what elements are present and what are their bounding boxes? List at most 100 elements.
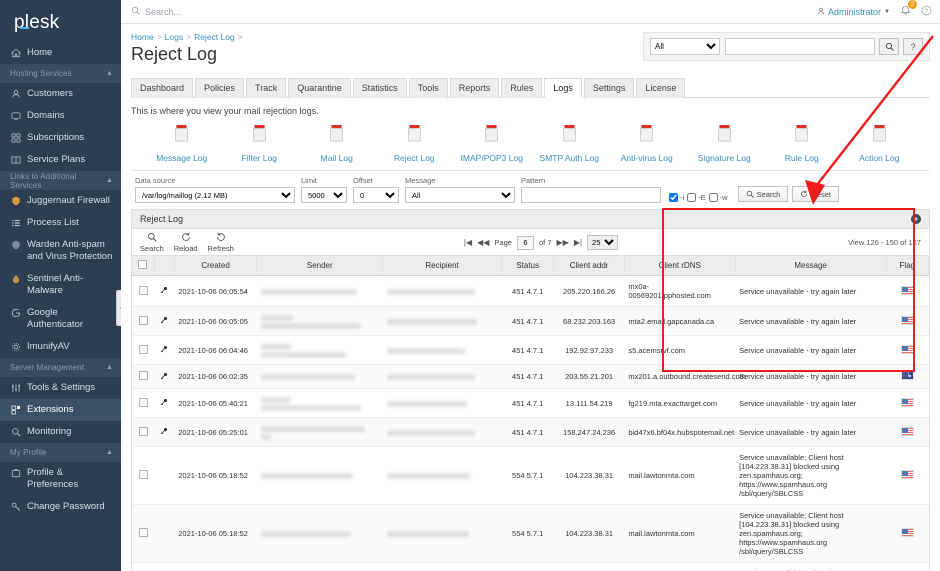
user-menu[interactable]: Administrator ▼: [817, 7, 890, 17]
row-select-cell[interactable]: [132, 388, 155, 418]
sidebar-group-additional-services[interactable]: Links to Additional Services ▲: [0, 171, 121, 190]
row-select-cell[interactable]: [132, 306, 155, 336]
sidebar-item-customers[interactable]: Customers: [0, 83, 121, 105]
tab-policies[interactable]: Policies: [195, 78, 245, 98]
last-page-icon[interactable]: ▶|: [574, 238, 582, 247]
limit-select[interactable]: 5000: [301, 187, 347, 203]
grep-option-i[interactable]: -i: [669, 193, 684, 202]
toolbar-refresh-button[interactable]: Refresh: [208, 232, 234, 253]
first-page-icon[interactable]: |◀: [464, 238, 472, 247]
grep-checkbox-i[interactable]: [669, 193, 678, 202]
grep-option-w[interactable]: -w: [708, 193, 728, 202]
log-link-signature-log[interactable]: Signature Log: [686, 124, 764, 166]
row-select-cell[interactable]: [132, 364, 155, 389]
message-select[interactable]: All: [405, 187, 515, 203]
row-select-cell[interactable]: [132, 417, 155, 447]
column-status[interactable]: Status: [501, 255, 555, 276]
breadcrumb-reject-log[interactable]: Reject Log: [194, 32, 235, 42]
notifications-button[interactable]: 2: [900, 0, 917, 18]
table-row[interactable]: 2021-10-06 05:18:52 554 5.7.1 104.223.38.3…: [132, 446, 929, 505]
filters-reset-button[interactable]: Reset: [792, 186, 839, 202]
log-link-filter-log[interactable]: Filter Log: [221, 124, 299, 166]
table-row[interactable]: 2021-10-06 06:02:35 451 4.7.1 203.55.21.20…: [132, 364, 929, 389]
tab-dashboard[interactable]: Dashboard: [131, 78, 194, 98]
row-select-cell[interactable]: [132, 562, 155, 571]
sidebar-item-home[interactable]: Home: [0, 42, 121, 64]
column-recipient[interactable]: Recipient: [382, 255, 502, 276]
toolbar-reload-button[interactable]: Reload: [174, 232, 198, 253]
sidebar-item-juggernaut-firewall[interactable]: Juggernaut Firewall: [0, 190, 121, 212]
tab-rules[interactable]: Rules: [501, 78, 543, 98]
row-key-cell[interactable]: [154, 388, 175, 418]
grep-option-E[interactable]: -E: [687, 193, 706, 202]
row-checkbox[interactable]: [138, 528, 148, 537]
row-key-cell[interactable]: [154, 364, 175, 389]
table-row[interactable]: 2021-10-06 05:18:42 554 5.7.1104.223.38.3…: [132, 562, 929, 571]
row-key-cell[interactable]: [154, 562, 175, 571]
sidebar-item-domains[interactable]: Domains: [0, 105, 121, 127]
row-key-cell[interactable]: [154, 446, 175, 505]
column-flag[interactable]: Flag: [886, 255, 930, 276]
column-sender[interactable]: Sender: [256, 255, 384, 276]
sidebar-item-change-password[interactable]: Change Password: [0, 496, 121, 518]
sidebar-collapse-handle[interactable]: ‹: [116, 290, 121, 326]
table-row[interactable]: 2021-10-06 05:18:52 554 5.7.1 104.223.38.3…: [132, 504, 929, 563]
log-link-anti-virus-log[interactable]: Anti-virus Log: [608, 124, 686, 166]
breadcrumb-logs[interactable]: Logs: [165, 32, 183, 42]
row-key-cell[interactable]: [154, 306, 175, 336]
top-filter-help-button[interactable]: ?: [903, 38, 923, 55]
log-link-imap-pop3-log[interactable]: IMAP/POP3 Log: [453, 124, 531, 166]
tab-track[interactable]: Track: [246, 78, 287, 98]
row-key-cell[interactable]: [154, 504, 175, 563]
tab-statistics[interactable]: Statistics: [352, 78, 407, 98]
log-link-smtp-auth-log[interactable]: SMTP Auth Log: [531, 124, 609, 166]
sidebar-item-process-list[interactable]: Process List: [0, 212, 121, 234]
row-select-cell[interactable]: [132, 335, 155, 365]
tab-license[interactable]: License: [636, 78, 686, 98]
column-client-rdns[interactable]: Client rDNS: [624, 255, 736, 276]
pager-page-size-select[interactable]: 25: [587, 235, 619, 250]
global-search[interactable]: Search...: [131, 6, 817, 17]
row-checkbox[interactable]: [138, 426, 148, 436]
column-created[interactable]: Created: [174, 255, 258, 276]
sidebar-item-sentinel-antimalware[interactable]: Sentinel Anti-Malware: [0, 268, 121, 302]
sidebar-item-google-authenticator[interactable]: Google Authenticator: [0, 302, 121, 336]
grep-checkbox-w[interactable]: [708, 193, 718, 202]
select-all-checkbox[interactable]: [138, 260, 148, 269]
sidebar-item-warden-antispam[interactable]: Warden Anti-spam and Virus Protection: [0, 234, 121, 268]
sidebar-group-hosting-services[interactable]: Hosting Services ▲: [0, 64, 121, 83]
row-key-cell[interactable]: [154, 275, 175, 307]
offset-select[interactable]: 0: [353, 187, 399, 203]
sidebar-item-extensions[interactable]: Extensions: [0, 399, 121, 421]
help-button[interactable]: ?: [921, 5, 932, 18]
table-row[interactable]: 2021-10-06 05:40:21 451 4.7.1 13.111.54.21…: [132, 388, 929, 418]
top-filter-scope-select[interactable]: All: [650, 38, 720, 55]
row-checkbox[interactable]: [138, 371, 148, 380]
log-link-mail-log[interactable]: Mail Log: [298, 124, 376, 166]
row-select-cell[interactable]: [132, 446, 155, 505]
row-checkbox[interactable]: [138, 285, 148, 295]
row-key-cell[interactable]: [154, 335, 175, 365]
table-row[interactable]: 2021-10-06 06:04:46 451 4.7.1 192.92.97.23…: [132, 335, 929, 365]
row-select-cell[interactable]: [132, 504, 155, 563]
column-message[interactable]: Message: [735, 255, 887, 276]
log-link-rule-log[interactable]: Rule Log: [763, 124, 841, 166]
datasource-select[interactable]: /var/log/maillog (2.12 MB): [135, 187, 295, 203]
sidebar-item-service-plans[interactable]: Service Plans: [0, 149, 121, 171]
log-link-message-log[interactable]: Message Log: [143, 124, 221, 166]
log-link-reject-log[interactable]: Reject Log: [376, 124, 454, 166]
tab-logs[interactable]: Logs: [544, 78, 582, 98]
prev-page-icon[interactable]: ◀◀: [477, 238, 489, 247]
row-checkbox[interactable]: [138, 344, 148, 354]
filters-search-button[interactable]: Search: [737, 186, 789, 202]
row-key-cell[interactable]: [154, 417, 175, 447]
log-link-action-log[interactable]: Action Log: [841, 124, 919, 166]
tab-settings[interactable]: Settings: [583, 78, 635, 98]
sidebar-item-tools-settings[interactable]: Tools & Settings: [0, 377, 121, 399]
sidebar-item-profile-preferences[interactable]: Profile & Preferences: [0, 462, 121, 496]
tab-tools[interactable]: Tools: [408, 78, 448, 98]
panel-settings-button[interactable]: [911, 214, 921, 224]
tab-reports[interactable]: Reports: [449, 78, 500, 98]
next-page-icon[interactable]: ▶▶: [557, 238, 569, 247]
sidebar-item-subscriptions[interactable]: Subscriptions: [0, 127, 121, 149]
